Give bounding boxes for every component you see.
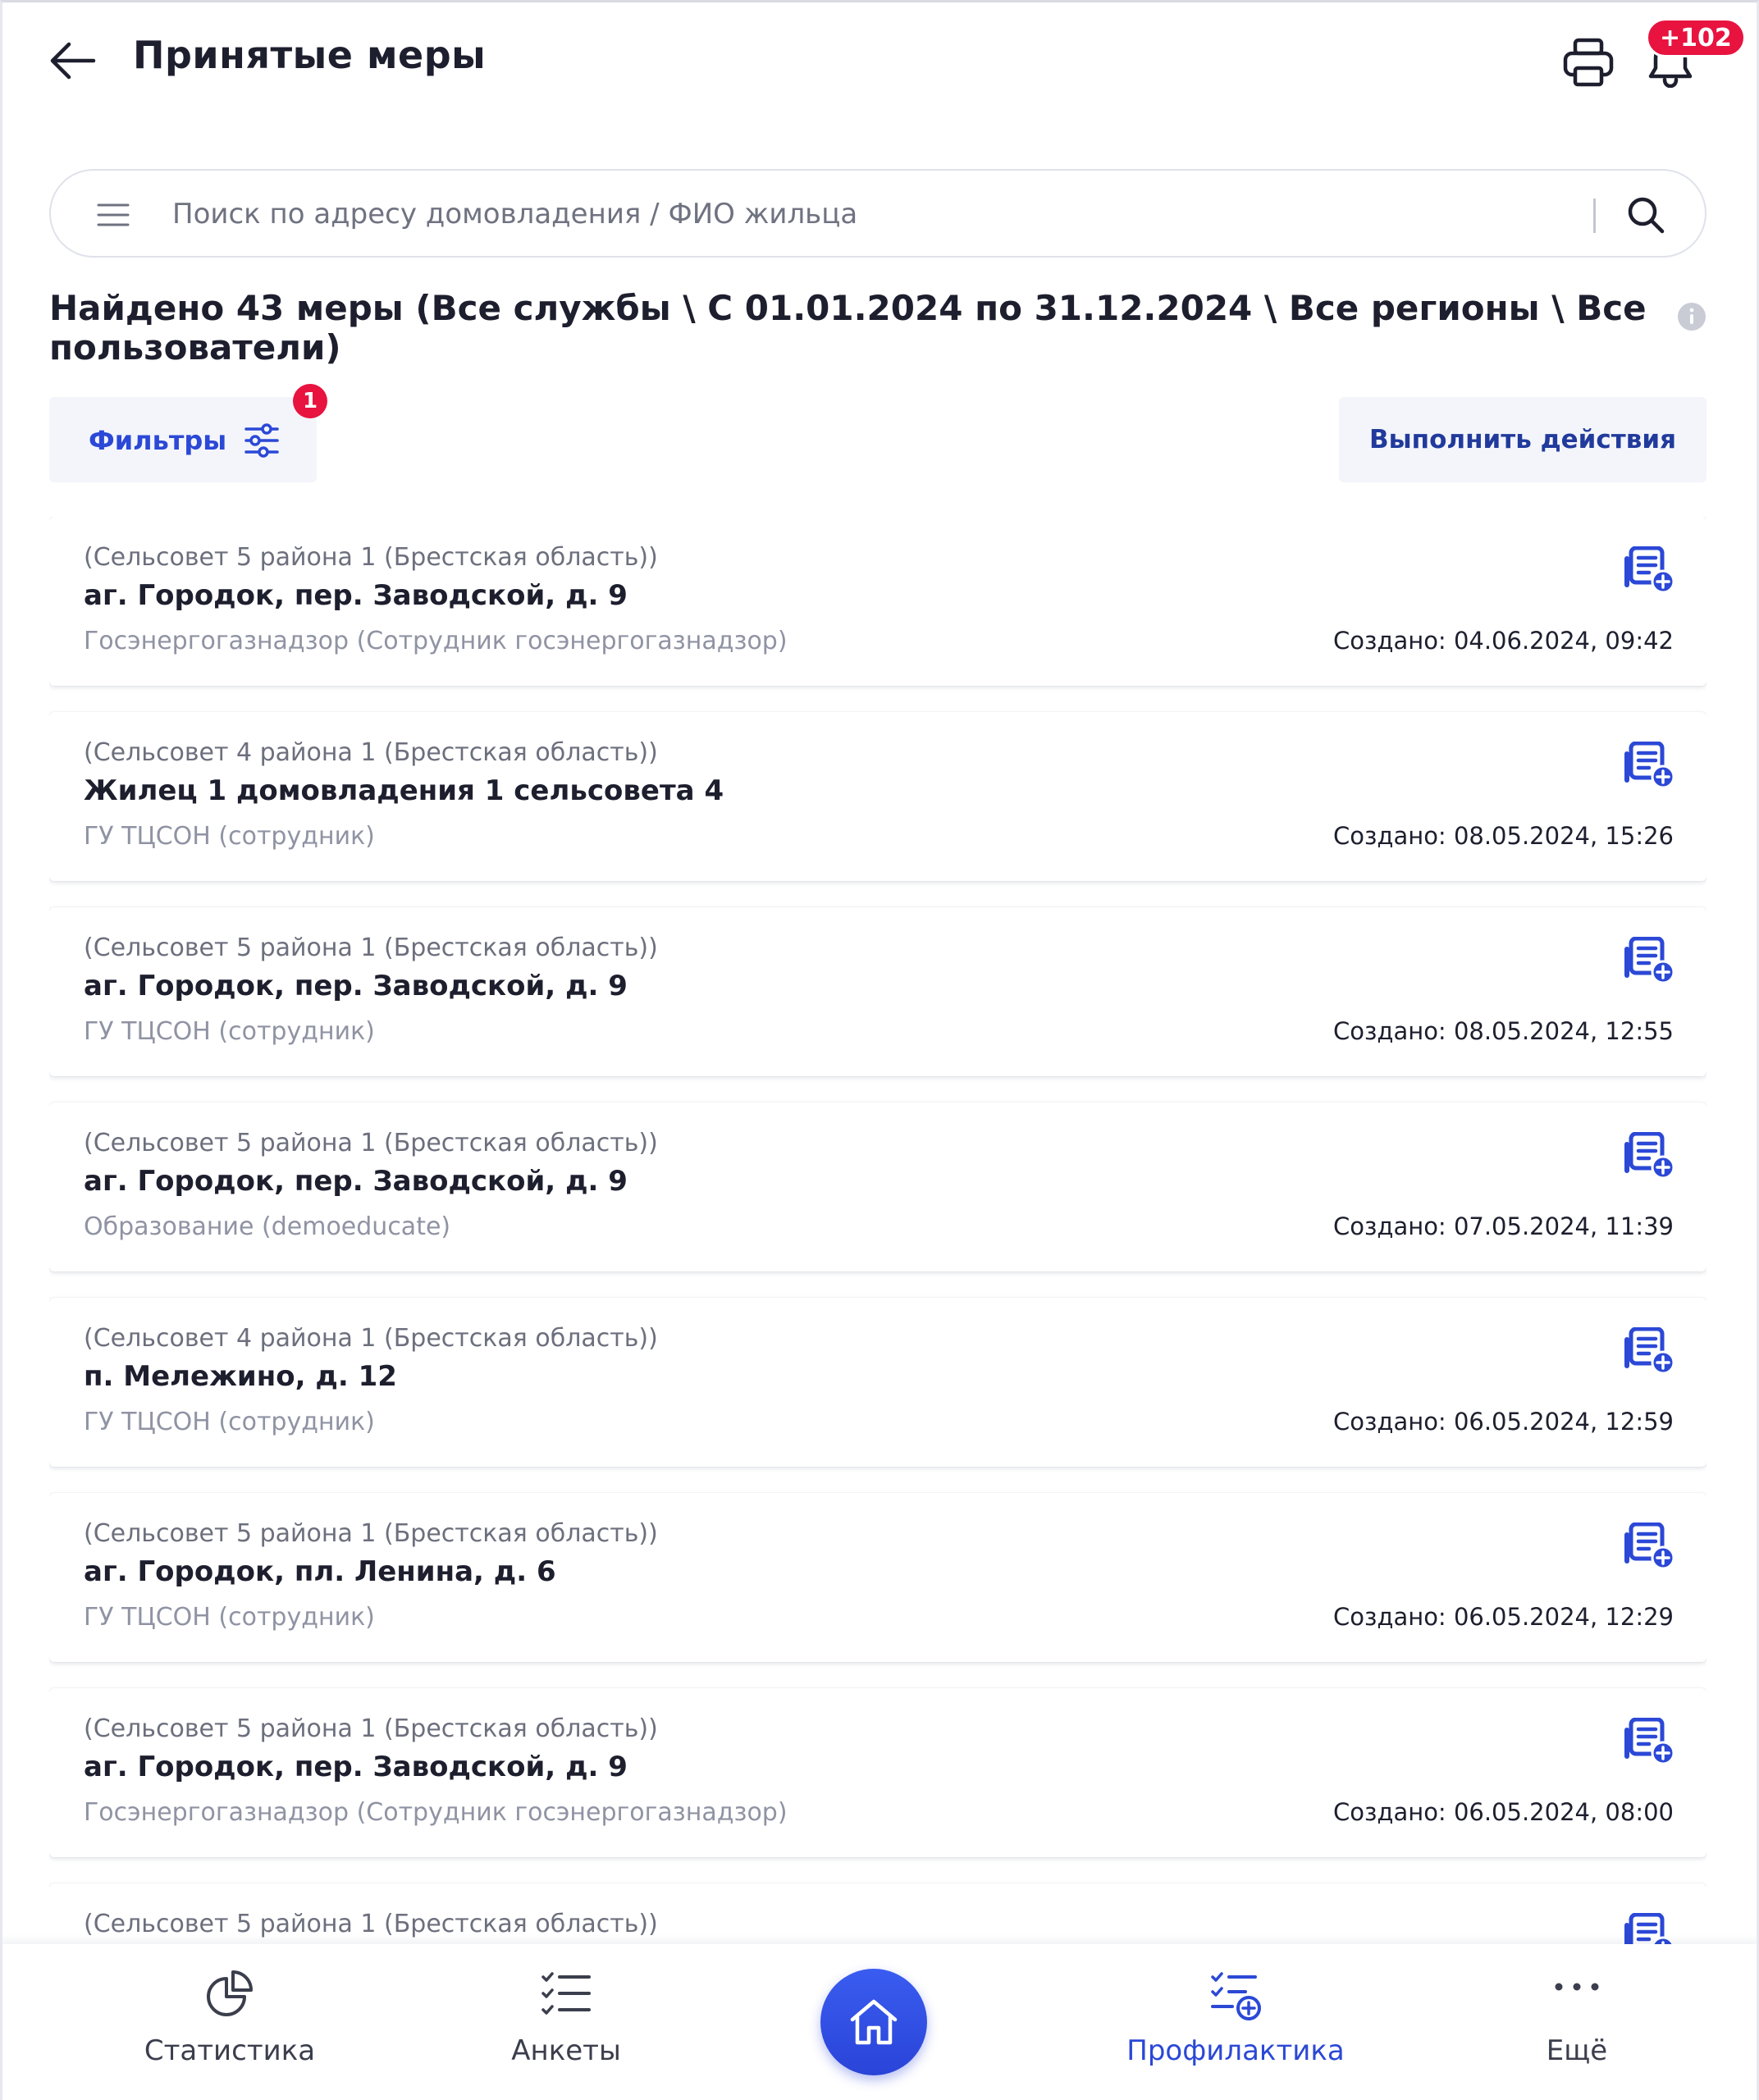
- nav-prevention-label: Профилактика: [1126, 2034, 1345, 2067]
- card-title: Жилец 1 домовладения 1 сельсовета 4: [84, 774, 724, 807]
- nav-more-label: Ещё: [1546, 2034, 1608, 2067]
- list-item[interactable]: (Сельсовет 5 района 1 (Брестская область…: [49, 1493, 1706, 1662]
- card-service: Госэнергогазнадзор (Сотрудник госэнергог…: [84, 627, 788, 655]
- search-bar: [49, 169, 1706, 258]
- card-region: (Сельсовет 5 района 1 (Брестская область…: [84, 1910, 658, 1938]
- search-icon: [1628, 197, 1665, 234]
- card-created: Создано: 04.06.2024, 09:42: [1333, 627, 1674, 655]
- card-created: Создано: 06.05.2024, 12:29: [1333, 1603, 1674, 1631]
- created-date: 08.05.2024, 15:26: [1453, 822, 1674, 850]
- app-header: Принятые меры +102: [0, 0, 1759, 123]
- search-menu-button[interactable]: [92, 194, 135, 236]
- search-input[interactable]: [172, 187, 1616, 241]
- card-created: Создано: 06.05.2024, 08:00: [1333, 1798, 1674, 1826]
- created-date: 04.06.2024, 09:42: [1453, 627, 1674, 655]
- arrow-left-icon: [50, 42, 96, 80]
- card-region: (Сельсовет 5 района 1 (Брестская область…: [84, 934, 658, 962]
- search-divider: [1593, 199, 1596, 233]
- card-service: ГУ ТЦСОН (сотрудник): [84, 1408, 375, 1436]
- filters-button[interactable]: Фильтры: [49, 397, 317, 482]
- list-add-icon[interactable]: [1623, 1913, 1675, 1944]
- checklist-icon: [541, 1972, 591, 2015]
- created-label: Создано:: [1333, 1017, 1446, 1045]
- back-button[interactable]: [43, 31, 102, 90]
- card-created: Создано: 08.05.2024, 15:26: [1333, 822, 1674, 850]
- card-title: п. Мележино, д. 12: [84, 1360, 397, 1393]
- list-item[interactable]: (Сельсовет 5 района 1 (Брестская область…: [49, 517, 1706, 686]
- card-service: ГУ ТЦСОН (сотрудник): [84, 1603, 375, 1632]
- notifications-badge: +102: [1646, 18, 1746, 57]
- perform-actions-button[interactable]: Выполнить действия: [1339, 397, 1706, 482]
- created-date: 07.05.2024, 11:39: [1453, 1212, 1674, 1240]
- card-region: (Сельсовет 5 района 1 (Брестская область…: [84, 1714, 658, 1743]
- nav-more[interactable]: Ещё: [1454, 1967, 1700, 2074]
- list-item[interactable]: (Сельсовет 4 района 1 (Брестская область…: [49, 1298, 1706, 1467]
- home-icon: [850, 1999, 898, 2045]
- measures-list: (Сельсовет 5 района 1 (Брестская область…: [49, 517, 1706, 1944]
- list-add-icon[interactable]: [1623, 937, 1675, 984]
- hamburger-menu-icon: [97, 203, 130, 226]
- print-button[interactable]: [1556, 30, 1621, 95]
- home-button[interactable]: [820, 1969, 927, 2075]
- list-item[interactable]: (Сельсовет 5 района 1 (Брестская область…: [49, 1883, 1706, 1944]
- list-add-icon[interactable]: [1623, 1327, 1675, 1375]
- page-title: Принятые меры: [133, 33, 487, 77]
- card-service: Госэнергогазнадзор (Сотрудник госэнергог…: [84, 1798, 788, 1827]
- created-date: 06.05.2024, 08:00: [1453, 1798, 1674, 1826]
- info-icon[interactable]: [1677, 302, 1706, 331]
- card-region: (Сельсовет 4 района 1 (Брестская область…: [84, 1324, 658, 1353]
- printer-icon: [1563, 38, 1614, 87]
- list-add-icon[interactable]: [1623, 1522, 1675, 1570]
- card-created: Создано: 06.05.2024, 12:59: [1333, 1408, 1674, 1436]
- list-item[interactable]: (Сельсовет 5 района 1 (Брестская область…: [49, 1688, 1706, 1857]
- card-service: ГУ ТЦСОН (сотрудник): [84, 1017, 375, 1046]
- pie-chart-icon: [207, 1970, 253, 2016]
- created-label: Создано:: [1333, 1408, 1446, 1436]
- list-add-icon[interactable]: [1623, 742, 1675, 789]
- created-label: Создано:: [1333, 1798, 1446, 1826]
- created-label: Создано:: [1333, 1212, 1446, 1240]
- created-date: 08.05.2024, 12:55: [1453, 1017, 1674, 1045]
- search-button[interactable]: [1620, 190, 1672, 240]
- sliders-icon: [244, 423, 279, 458]
- filters-label: Фильтры: [89, 425, 227, 456]
- filters-count-badge: 1: [293, 384, 327, 418]
- list-item[interactable]: (Сельсовет 5 района 1 (Брестская область…: [49, 1102, 1706, 1271]
- nav-statistics-label: Статистика: [144, 2034, 316, 2067]
- card-region: (Сельсовет 5 района 1 (Брестская область…: [84, 1519, 658, 1548]
- nav-surveys-label: Анкеты: [511, 2034, 621, 2067]
- card-title: аг. Городок, пер. Заводской, д. 9: [84, 579, 628, 612]
- more-dots-icon: [1555, 1983, 1599, 1991]
- card-service: ГУ ТЦСОН (сотрудник): [84, 822, 375, 851]
- card-title: аг. Городок, пер. Заводской, д. 9: [84, 1165, 628, 1198]
- results-summary: Найдено 43 меры (Все службы \ С 01.01.20…: [49, 288, 1647, 368]
- created-date: 06.05.2024, 12:29: [1453, 1603, 1674, 1631]
- card-created: Создано: 08.05.2024, 12:55: [1333, 1017, 1674, 1045]
- card-title: аг. Городок, пл. Ленина, д. 6: [84, 1555, 556, 1588]
- card-region: (Сельсовет 4 района 1 (Брестская область…: [84, 738, 658, 767]
- list-item[interactable]: (Сельсовет 5 района 1 (Брестская область…: [49, 907, 1706, 1076]
- bottom-navigation: Статистика Анкеты Профилактика Ещё: [0, 1944, 1759, 2100]
- card-title: аг. Городок, пер. Заводской, д. 9: [84, 1751, 628, 1783]
- created-date: 06.05.2024, 12:59: [1453, 1408, 1674, 1436]
- nav-statistics[interactable]: Статистика: [107, 1967, 353, 2074]
- list-add-icon[interactable]: [1623, 546, 1675, 594]
- list-add-icon[interactable]: [1623, 1718, 1675, 1765]
- created-label: Создано:: [1333, 1603, 1446, 1631]
- card-region: (Сельсовет 5 района 1 (Брестская область…: [84, 543, 658, 572]
- nav-surveys[interactable]: Анкеты: [443, 1967, 689, 2074]
- card-title: аг. Городок, пер. Заводской, д. 9: [84, 970, 628, 1002]
- list-add-icon[interactable]: [1623, 1132, 1675, 1180]
- card-created: Создано: 07.05.2024, 11:39: [1333, 1212, 1674, 1240]
- card-service: Образование (demoeducate): [84, 1212, 451, 1241]
- checklist-add-icon: [1211, 1972, 1261, 2020]
- nav-prevention[interactable]: Профилактика: [1113, 1967, 1359, 2074]
- list-item[interactable]: (Сельсовет 4 района 1 (Брестская область…: [49, 712, 1706, 881]
- card-region: (Сельсовет 5 района 1 (Брестская область…: [84, 1129, 658, 1157]
- created-label: Создано:: [1333, 822, 1446, 850]
- created-label: Создано:: [1333, 627, 1446, 655]
